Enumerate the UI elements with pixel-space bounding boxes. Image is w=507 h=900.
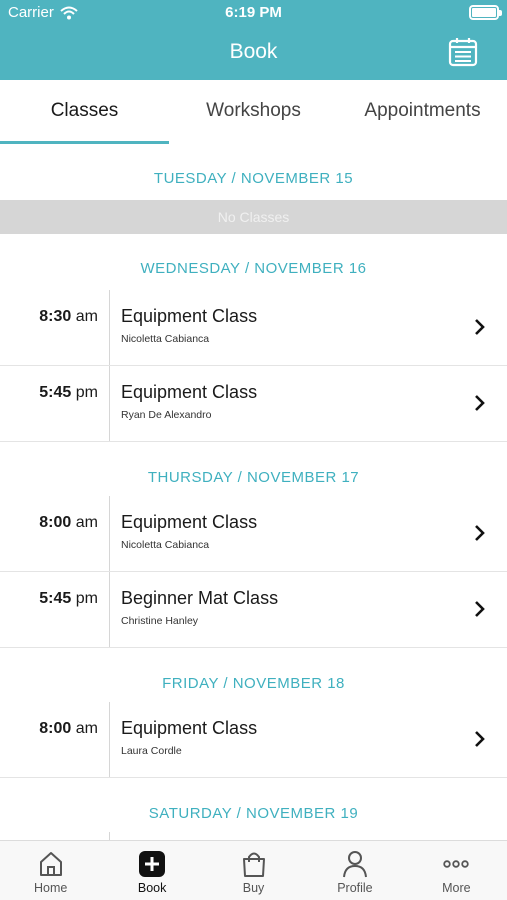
class-row[interactable]: 8:30 am Equipment Class Nicoletta Cabian… bbox=[0, 290, 507, 366]
instructor-name: Laura Cordle bbox=[121, 745, 182, 757]
calendar-icon[interactable] bbox=[447, 36, 479, 68]
tab-appointments[interactable]: Appointments bbox=[338, 80, 507, 144]
chevron-right-icon bbox=[475, 319, 485, 335]
plus-square-icon bbox=[139, 851, 166, 877]
class-row[interactable]: 8:00 am Equipment Class Nicoletta Cabian… bbox=[0, 496, 507, 572]
page-title: Book bbox=[229, 40, 278, 63]
bottom-nav: Home Book Buy Profile More bbox=[0, 840, 507, 900]
day-header: FRIDAY / NOVEMBER 18 bbox=[0, 648, 507, 702]
class-name: Equipment Class bbox=[121, 512, 258, 532]
home-icon bbox=[39, 852, 62, 876]
nav-buy-label: Buy bbox=[242, 881, 265, 895]
chevron-right-icon bbox=[475, 601, 485, 617]
class-name: Equipment Class bbox=[121, 306, 258, 326]
day-header: THURSDAY / NOVEMBER 17 bbox=[0, 442, 507, 496]
instructor-name: Ryan De Alexandro bbox=[121, 409, 212, 421]
chevron-right-icon bbox=[475, 395, 485, 411]
day-header: WEDNESDAY / NOVEMBER 16 bbox=[0, 234, 507, 290]
class-row[interactable]: 5:45 pm Equipment Class Ryan De Alexandr… bbox=[0, 366, 507, 442]
nav-profile[interactable]: Profile bbox=[304, 841, 405, 900]
status-time: 6:19 PM bbox=[225, 4, 282, 21]
bag-icon bbox=[242, 852, 265, 877]
nav-buy[interactable]: Buy bbox=[203, 841, 304, 900]
tab-classes[interactable]: Classes bbox=[0, 80, 169, 144]
person-icon bbox=[342, 851, 367, 878]
chevron-right-icon bbox=[475, 731, 485, 747]
instructor-name: Nicoletta Cabianca bbox=[121, 333, 210, 345]
nav-profile-label: Profile bbox=[337, 881, 373, 895]
nav-home[interactable]: Home bbox=[0, 841, 101, 900]
top-header: Carrier 6:19 PM Book bbox=[0, 0, 507, 80]
status-bar: Carrier 6:19 PM bbox=[0, 0, 507, 26]
nav-home-label: Home bbox=[34, 881, 68, 895]
class-name: Equipment Class bbox=[121, 382, 258, 402]
tab-workshops[interactable]: Workshops bbox=[169, 80, 338, 144]
nav-more-label: More bbox=[442, 881, 471, 895]
class-time: 8:00 am bbox=[0, 702, 110, 777]
class-time: 8:00 am bbox=[0, 496, 110, 571]
no-classes-banner: No Classes bbox=[0, 200, 507, 234]
nav-book-label: Book bbox=[137, 881, 167, 895]
day-header: SATURDAY / NOVEMBER 19 bbox=[0, 778, 507, 832]
schedule-list[interactable]: TUESDAY / NOVEMBER 15 No Classes WEDNESD… bbox=[0, 144, 507, 840]
class-name: Beginner Mat Class bbox=[121, 588, 279, 608]
battery-icon bbox=[469, 5, 502, 20]
class-time: 5:45 pm bbox=[0, 366, 110, 441]
segment-tabs: Classes Workshops Appointments bbox=[0, 80, 507, 144]
class-time: 5:45 pm bbox=[0, 572, 110, 647]
more-icon bbox=[443, 860, 470, 868]
class-name: Equipment Class bbox=[121, 718, 258, 738]
nav-more[interactable]: More bbox=[406, 841, 507, 900]
day-header: TUESDAY / NOVEMBER 15 bbox=[0, 144, 507, 200]
instructor-name: Nicoletta Cabianca bbox=[121, 539, 210, 551]
nav-book[interactable]: Book bbox=[101, 841, 202, 900]
class-row-partial[interactable] bbox=[0, 832, 507, 840]
class-time: 8:30 am bbox=[0, 290, 110, 365]
chevron-right-icon bbox=[475, 525, 485, 541]
instructor-name: Christine Hanley bbox=[121, 615, 199, 627]
class-row[interactable]: 5:45 pm Beginner Mat Class Christine Han… bbox=[0, 572, 507, 648]
class-row[interactable]: 8:00 am Equipment Class Laura Cordle bbox=[0, 702, 507, 778]
